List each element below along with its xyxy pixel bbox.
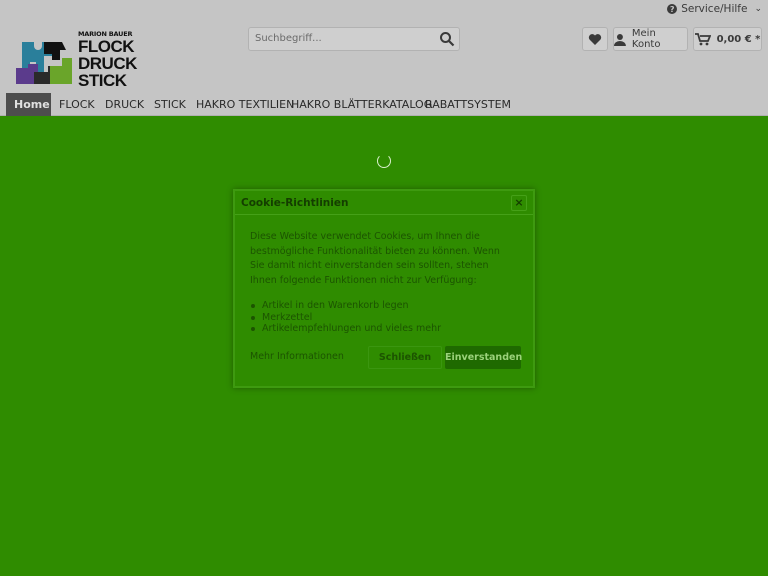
- main-navigation: Home FLOCK DRUCK STICK HAKRO TEXTILIEN H…: [0, 93, 768, 116]
- cookie-modal-header: Cookie-Richtlinien ×: [235, 191, 533, 215]
- cart-button[interactable]: 0,00 € *: [693, 27, 762, 51]
- cart-icon: [694, 32, 711, 45]
- list-item: Artikelempfehlungen und vieles mehr: [250, 323, 512, 335]
- list-item: Artikel in den Warenkorb legen: [250, 300, 512, 312]
- logo[interactable]: MARION BAUER FLOCK DRUCK STICK: [14, 30, 138, 90]
- logo-text-line3: STICK: [78, 71, 127, 90]
- cookie-modal: Cookie-Richtlinien × Diese Website verwe…: [233, 189, 535, 388]
- nav-item-hakro-blaetterkatalog[interactable]: HAKRO BLÄTTERKATALOG: [291, 93, 432, 116]
- cookie-modal-title: Cookie-Richtlinien: [241, 197, 349, 209]
- more-info-link[interactable]: Mehr Informationen: [250, 351, 344, 362]
- logo-puzzle-icon: [16, 42, 72, 84]
- service-help-label: Service/Hilfe: [681, 3, 748, 15]
- nav-item-hakro-textilien[interactable]: HAKRO TEXTILIEN: [196, 93, 294, 116]
- search-input[interactable]: Suchbegriff...: [248, 27, 460, 51]
- site-header: ? Service/Hilfe ⌄ MARION BAUER FLOCK DRU…: [0, 0, 768, 116]
- chevron-down-icon: ⌄: [754, 4, 762, 14]
- heart-icon: [588, 33, 602, 45]
- logo-text-line1: FLOCK: [78, 37, 135, 56]
- wishlist-button[interactable]: [582, 27, 608, 51]
- service-help-menu[interactable]: ? Service/Hilfe ⌄: [667, 3, 762, 15]
- loading-spinner-icon: [377, 154, 391, 168]
- cart-amount: 0,00 € *: [716, 33, 761, 45]
- nav-item-druck[interactable]: DRUCK: [105, 93, 144, 116]
- cookie-modal-text: Diese Website verwendet Cookies, um Ihne…: [250, 231, 500, 286]
- nav-item-stick[interactable]: STICK: [154, 93, 186, 116]
- accept-button[interactable]: Einverstanden: [445, 346, 522, 369]
- close-button[interactable]: Schließen: [368, 346, 442, 369]
- nav-item-home[interactable]: Home: [6, 93, 51, 116]
- user-icon: [614, 33, 626, 46]
- account-button[interactable]: Mein Konto: [613, 27, 688, 51]
- cookie-feature-list: Artikel in den Warenkorb legen Merkzette…: [250, 300, 512, 335]
- logo-text-line2: DRUCK: [78, 54, 137, 73]
- list-item: Merkzettel: [250, 312, 512, 324]
- close-icon[interactable]: ×: [511, 195, 527, 211]
- nav-item-rabattsystem[interactable]: RABATTSYSTEM: [425, 93, 511, 116]
- search-icon[interactable]: [439, 31, 455, 47]
- search-placeholder: Suchbegriff...: [255, 33, 322, 44]
- nav-item-flock[interactable]: FLOCK: [59, 93, 95, 116]
- question-circle-icon: ?: [667, 4, 678, 14]
- account-label: Mein Konto: [631, 28, 661, 50]
